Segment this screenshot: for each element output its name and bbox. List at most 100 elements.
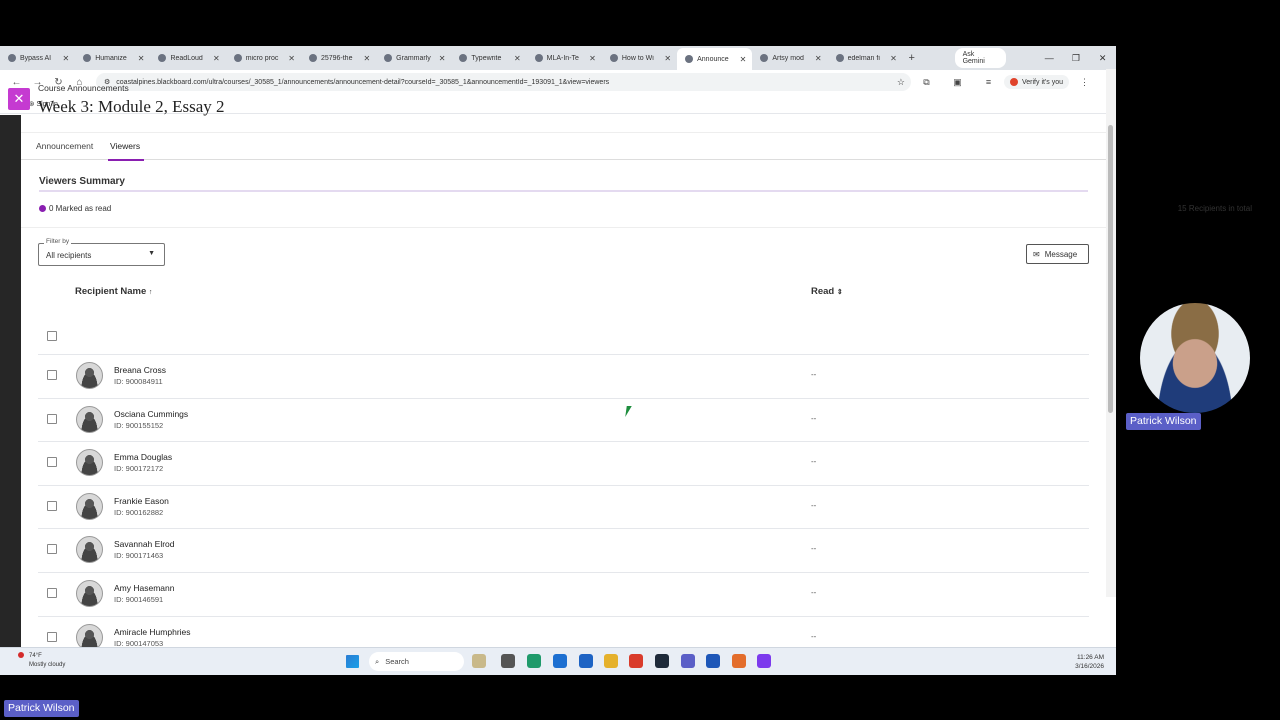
webcam-video (1140, 303, 1250, 413)
col-recipient-label: Recipient Name (75, 286, 147, 297)
browser-tab-label: Typewrite (471, 54, 502, 62)
widgets-icon[interactable] (472, 654, 486, 668)
browser-tab[interactable]: Announce ✕ (677, 48, 753, 70)
browser-tab[interactable]: MLA-In-Te ✕ (527, 48, 602, 68)
row-divider (38, 354, 1089, 355)
store-icon[interactable] (553, 654, 567, 668)
address-bar-row: ← → ↻ ⌂ ⚙ coastalpines.blackboard.com/ul… (0, 70, 1116, 94)
scrollbar-thumb[interactable] (1108, 125, 1113, 413)
tab-viewers[interactable]: Viewers (107, 141, 145, 161)
close-tab-icon[interactable]: ✕ (63, 54, 70, 63)
edge-icon[interactable] (527, 654, 541, 668)
recipient-checkbox[interactable] (47, 457, 57, 468)
system-clock[interactable]: 11:26 AM 3/16/2026 (1075, 653, 1104, 671)
browser-tab[interactable]: How to Wi ✕ (602, 48, 677, 68)
close-tab-icon[interactable]: ✕ (514, 54, 521, 63)
minimize-icon[interactable]: — (1036, 53, 1063, 63)
profile-alert-icon (1010, 78, 1018, 86)
message-button[interactable]: ✉ Message (1026, 244, 1089, 264)
message-label: Message (1044, 249, 1078, 259)
photos-icon[interactable] (732, 654, 746, 668)
menu-dots-icon[interactable]: ⋮ (1069, 77, 1100, 88)
browser-tab[interactable]: Artsy mod ✕ (752, 48, 827, 68)
recipient-name[interactable]: Savannah Elrod (114, 539, 175, 549)
webcam-name-tag: Patrick Wilson (1126, 413, 1201, 430)
weather-widget[interactable]: 74°F Mostly cloudy (12, 652, 65, 670)
favicon-icon (308, 54, 317, 62)
file-icon[interactable] (501, 654, 515, 668)
close-tab-icon[interactable]: ✕ (363, 54, 370, 63)
breadcrumb[interactable]: Course Announcements (38, 83, 129, 93)
split-view-icon[interactable]: ▣ (942, 77, 973, 88)
browser-tab[interactable]: edelman fi ✕ (828, 48, 903, 68)
close-window-icon[interactable]: ✕ (1089, 53, 1116, 64)
recipient-name[interactable]: Amiracle Humphries (114, 627, 191, 637)
word-icon[interactable] (706, 654, 720, 668)
marked-as-read-label: 0 Marked as read (49, 204, 112, 213)
browser-tab[interactable]: Humanize ✕ (75, 48, 150, 68)
recipients-total: 15 Recipients in total (1177, 204, 1252, 213)
browser-tab[interactable]: ReadLoud ✕ (150, 48, 225, 68)
close-tab-icon[interactable]: ✕ (439, 54, 446, 63)
read-status: -- (811, 457, 817, 467)
favicon-icon (685, 55, 694, 63)
clipchamp-icon[interactable] (757, 654, 771, 668)
teams-icon[interactable] (681, 654, 695, 668)
new-tab-button[interactable]: + (903, 52, 921, 64)
browser-tab[interactable]: 25796-the ✕ (301, 48, 376, 68)
search-label: Search (385, 657, 409, 666)
column-read[interactable]: Read ⇕ (811, 286, 843, 297)
close-tab-icon[interactable]: ✕ (890, 54, 897, 63)
outlook-icon[interactable] (579, 654, 593, 668)
ask-gemini-button[interactable]: Ask Gemini (954, 48, 1006, 68)
terminal-icon[interactable] (655, 654, 669, 668)
browser-tab[interactable]: Grammarly ✕ (376, 48, 451, 68)
url-text: coastalpines.blackboard.com/ultra/course… (116, 78, 610, 86)
filter-select[interactable]: Filter by All recipients ▼ (38, 238, 165, 266)
recipient-name[interactable]: Frankie Eason (114, 496, 169, 506)
browser-tab-label: How to Wi (621, 54, 654, 62)
close-tab-icon[interactable]: ✕ (664, 54, 671, 63)
recipient-checkbox[interactable] (47, 370, 57, 380)
taskbar-search[interactable]: ⌕ Search (369, 652, 464, 671)
recipient-name[interactable]: Breana Cross (114, 365, 166, 375)
recipient-checkbox[interactable] (47, 544, 57, 555)
close-tab-icon[interactable]: ✕ (740, 55, 747, 64)
recipient-checkbox[interactable] (47, 413, 57, 424)
close-tab-icon[interactable]: ✕ (589, 54, 596, 63)
recipient-name[interactable]: Emma Douglas (114, 452, 172, 462)
close-tab-icon[interactable]: ✕ (213, 54, 220, 63)
extensions-icon[interactable]: ⧉ (911, 77, 942, 88)
reading-list-icon[interactable]: ≡ (973, 77, 1004, 87)
back-icon[interactable]: ← (6, 77, 27, 88)
tab-announcement[interactable]: Announcement (36, 141, 93, 151)
chrome-icon[interactable] (629, 654, 643, 668)
read-status: -- (811, 500, 817, 510)
bookmark-star-icon[interactable]: ☆ (897, 77, 905, 88)
recipient-checkbox[interactable] (47, 588, 57, 598)
select-all-checkbox[interactable] (47, 331, 57, 341)
browser-tab[interactable]: Typewrite ✕ (451, 48, 526, 68)
browser-tab[interactable]: micro proc ✕ (226, 48, 301, 68)
row-divider (38, 528, 1089, 530)
maximize-icon[interactable]: ❐ (1063, 53, 1090, 64)
favicon-icon (835, 54, 844, 62)
recipient-name[interactable]: Amy Hasemann (114, 583, 174, 593)
url-field[interactable]: ⚙ coastalpines.blackboard.com/ultra/cour… (96, 73, 911, 91)
recipient-checkbox[interactable] (47, 500, 57, 511)
close-tab-icon[interactable]: ✕ (815, 54, 822, 63)
read-status: -- (811, 631, 817, 641)
close-tab-icon[interactable]: ✕ (138, 54, 145, 63)
recipient-name[interactable]: Osciana Cummings (114, 409, 188, 419)
column-recipient-name[interactable]: Recipient Name ↑ (75, 286, 152, 297)
filter-label: Filter by (44, 238, 72, 245)
close-tab-icon[interactable]: ✕ (288, 54, 295, 63)
page-title: Week 3: Module 2, Essay 2 (38, 97, 225, 116)
favicon-icon (158, 54, 167, 62)
explorer-icon[interactable] (604, 654, 618, 668)
recipient-checkbox[interactable] (47, 631, 57, 642)
windows-start-icon[interactable] (346, 655, 359, 668)
verify-button[interactable]: Verify it's you (1004, 75, 1070, 89)
close-panel-button[interactable]: ✕ (8, 88, 30, 110)
browser-tab[interactable]: Bypass AI ✕ (0, 48, 75, 68)
